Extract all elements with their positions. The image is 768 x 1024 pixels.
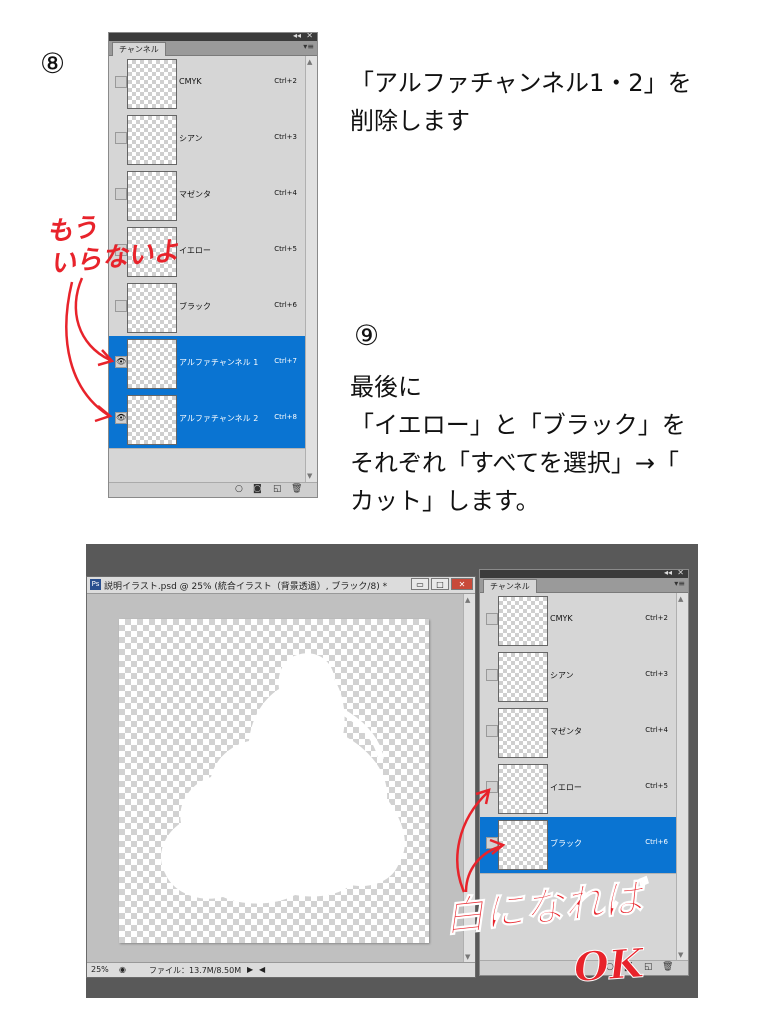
document-canvas[interactable] xyxy=(119,619,429,943)
channel-shortcut: Ctrl+3 xyxy=(274,133,297,141)
step-9-number: ⑨ xyxy=(354,319,380,352)
scrollbar[interactable]: ▲ ▼ xyxy=(676,593,688,975)
panel-header-bar: ◂◂ ✕ xyxy=(480,570,688,578)
visibility-toggle[interactable] xyxy=(115,188,127,200)
load-selection-icon[interactable]: ○ xyxy=(235,484,243,494)
channel-thumbnail xyxy=(127,115,177,165)
channel-thumbnail xyxy=(498,596,548,646)
visibility-toggle[interactable] xyxy=(486,613,498,625)
step-8-number: ⑧ xyxy=(40,47,66,80)
scroll-down-icon[interactable]: ▼ xyxy=(307,472,312,480)
scroll-up-icon[interactable]: ▲ xyxy=(678,595,683,603)
channel-row[interactable]: 👁 アルファチャンネル 1 Ctrl+7 xyxy=(109,336,305,393)
new-channel-icon[interactable]: ◱ xyxy=(644,962,653,972)
scroll-down-icon[interactable]: ▼ xyxy=(465,953,470,961)
scroll-down-icon[interactable]: ▼ xyxy=(678,951,683,959)
channel-row[interactable]: マゼンタ Ctrl+4 xyxy=(480,705,676,762)
annotation-not-needed: もう いらないよ xyxy=(45,212,181,280)
channel-shortcut: Ctrl+4 xyxy=(645,726,668,734)
panel-tab-bar: チャンネル ▾≡ xyxy=(480,578,688,593)
channel-shortcut: Ctrl+2 xyxy=(645,614,668,622)
document-window: Ps 説明イラスト.psd @ 25% (統合イラスト（背景透過）, ブラック/… xyxy=(86,576,476,978)
visibility-toggle[interactable] xyxy=(115,76,127,88)
status-bar: 25% ◉ ファイル：13.7M/8.50M ▶ ◀ xyxy=(87,962,475,977)
annotation-arrows-2 xyxy=(456,788,506,893)
step-9-instruction: 最後に 「イエロー」と「ブラック」を それぞれ「すべてを選択」→「 カット」しま… xyxy=(350,373,686,515)
collapse-icon[interactable]: ◂◂ xyxy=(664,570,672,578)
channel-name[interactable]: ブラック xyxy=(550,838,582,849)
channel-row[interactable]: シアン Ctrl+3 xyxy=(480,649,676,706)
maximize-button[interactable]: □ xyxy=(431,578,449,590)
collapse-icon[interactable]: ◂◂ xyxy=(293,33,301,41)
channel-shortcut: Ctrl+2 xyxy=(274,77,297,85)
scroll-up-icon[interactable]: ▲ xyxy=(465,596,470,604)
visibility-toggle[interactable] xyxy=(486,669,498,681)
scroll-left-icon[interactable]: ◀ xyxy=(259,965,265,974)
white-silhouette xyxy=(160,653,405,904)
channel-shortcut: Ctrl+5 xyxy=(645,782,668,790)
channel-name[interactable]: アルファチャンネル 1 xyxy=(179,357,258,368)
close-button[interactable]: ✕ xyxy=(451,578,473,590)
close-icon[interactable]: ✕ xyxy=(677,570,684,578)
file-size-info: ファイル：13.7M/8.50M xyxy=(149,966,242,975)
channel-shortcut: Ctrl+6 xyxy=(645,838,668,846)
channel-shortcut: Ctrl+6 xyxy=(274,301,297,309)
channel-thumbnail xyxy=(127,283,177,333)
panel-menu-icon[interactable]: ▾≡ xyxy=(303,42,314,51)
trash-icon[interactable]: 🗑 xyxy=(291,484,302,494)
close-icon[interactable]: ✕ xyxy=(306,33,313,41)
channel-shortcut: Ctrl+7 xyxy=(274,357,297,365)
channel-name[interactable]: イエロー xyxy=(179,245,211,256)
channel-name[interactable]: マゼンタ xyxy=(179,189,211,200)
channel-shortcut: Ctrl+5 xyxy=(274,245,297,253)
save-selection-icon[interactable]: ◙ xyxy=(253,484,262,494)
document-title-bar: Ps 説明イラスト.psd @ 25% (統合イラスト（背景透過）, ブラック/… xyxy=(87,577,475,594)
channel-name[interactable]: イエロー xyxy=(550,782,582,793)
scrollbar[interactable]: ▲ ▼ xyxy=(305,56,317,496)
new-channel-icon[interactable]: ◱ xyxy=(273,484,282,494)
channel-shortcut: Ctrl+8 xyxy=(274,413,297,421)
channel-row[interactable]: CMYK Ctrl+2 xyxy=(109,56,305,113)
step-8-instruction: 「アルファチャンネル1・2」を 削除します xyxy=(350,69,692,135)
channel-thumbnail xyxy=(127,395,177,445)
channel-name[interactable]: シアン xyxy=(179,133,203,144)
channel-row[interactable]: 👁 アルファチャンネル 2 Ctrl+8 xyxy=(109,392,305,449)
photoshop-icon: Ps xyxy=(90,579,101,590)
panel-header-bar: ◂◂ ✕ xyxy=(109,33,317,41)
tab-channels[interactable]: チャンネル xyxy=(483,579,537,593)
annotation-arrows xyxy=(65,277,115,423)
panel-bottom-toolbar: ○ ◙ ◱ 🗑 xyxy=(109,482,317,497)
zoom-level[interactable]: 25% xyxy=(91,965,109,974)
scroll-up-icon[interactable]: ▲ xyxy=(307,58,312,66)
minimize-button[interactable]: ▭ xyxy=(411,578,429,590)
channel-thumbnail xyxy=(498,708,548,758)
visibility-toggle[interactable] xyxy=(486,725,498,737)
channel-thumbnail xyxy=(127,59,177,109)
panel-menu-icon[interactable]: ▾≡ xyxy=(674,579,685,588)
status-menu-arrow-icon[interactable]: ▶ xyxy=(247,965,253,974)
channel-row[interactable]: シアン Ctrl+3 xyxy=(109,112,305,169)
channel-shortcut: Ctrl+4 xyxy=(274,189,297,197)
channel-name[interactable]: ブラック xyxy=(179,301,211,312)
channel-thumbnail xyxy=(498,652,548,702)
channel-thumbnail xyxy=(127,339,177,389)
visibility-toggle[interactable] xyxy=(115,132,127,144)
trash-icon[interactable]: 🗑 xyxy=(662,962,673,972)
channel-name[interactable]: CMYK xyxy=(179,77,202,86)
channel-name[interactable]: シアン xyxy=(550,670,574,681)
channel-row[interactable]: ブラック Ctrl+6 xyxy=(109,280,305,337)
channel-name[interactable]: CMYK xyxy=(550,614,573,623)
channel-row[interactable]: CMYK Ctrl+2 xyxy=(480,593,676,650)
document-title: 説明イラスト.psd @ 25% (統合イラスト（背景透過）, ブラック/8) … xyxy=(104,582,388,592)
tab-channels[interactable]: チャンネル xyxy=(112,42,166,56)
channel-shortcut: Ctrl+3 xyxy=(645,670,668,678)
status-icon[interactable]: ◉ xyxy=(119,965,126,974)
annotation-white-ok-line2: OK xyxy=(572,939,646,992)
channel-name[interactable]: アルファチャンネル 2 xyxy=(179,413,258,424)
channel-name[interactable]: マゼンタ xyxy=(550,726,582,737)
panel-tab-bar: チャンネル ▾≡ xyxy=(109,41,317,56)
